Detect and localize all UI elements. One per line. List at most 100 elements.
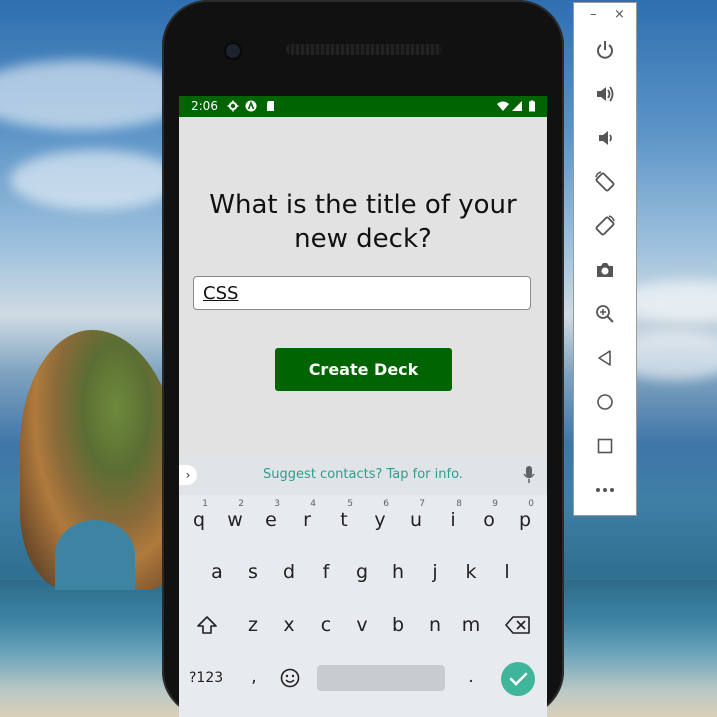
emoji-icon[interactable] [280,668,300,688]
key-m[interactable]: m [456,600,486,644]
key-label: u [409,509,423,531]
key-s[interactable]: s [238,547,268,591]
sd-card-icon [267,101,274,111]
suggest-contacts-text[interactable]: Suggest contacts? Tap for info. [179,467,547,482]
key-hint: 6 [383,499,389,509]
key-r[interactable]: 4r [292,495,322,539]
key-hint: 0 [528,499,534,509]
key-g[interactable]: g [347,547,377,591]
overview-icon [597,438,613,454]
more-icon [596,488,614,492]
home-icon [597,394,613,410]
soft-keyboard: › Suggest contacts? Tap for info. 1q 2w … [179,455,547,717]
home-button[interactable] [592,389,618,415]
accessibility-icon [245,100,257,112]
key-hint: 9 [492,499,498,509]
key-z[interactable]: z [238,600,268,644]
cell-signal-icon [512,101,522,111]
key-label: t [340,509,348,531]
key-p[interactable]: 0p [510,495,540,539]
key-h[interactable]: h [383,547,413,591]
key-f[interactable]: f [311,547,341,591]
volume-up-button[interactable] [592,81,618,107]
status-bar: 2:06 [179,96,547,117]
battery-icon [529,100,535,112]
volume-down-icon [599,131,612,145]
more-button[interactable] [592,477,618,503]
rock-arch [55,520,135,590]
key-n[interactable]: n [420,600,450,644]
key-label: r [303,509,311,531]
backspace-icon[interactable] [505,616,531,634]
camera-icon [597,263,613,277]
wifi-icon [497,101,509,111]
key-d[interactable]: d [274,547,304,591]
deck-title-input[interactable]: CSS [193,276,531,310]
key-v[interactable]: v [347,600,377,644]
rotate-right-button[interactable] [592,213,618,239]
key-hint: 1 [202,499,208,509]
enter-key[interactable] [501,662,535,696]
volume-up-icon [597,86,614,102]
key-j[interactable]: j [420,547,450,591]
rotate-left-icon [595,171,615,192]
period-key[interactable]: . [456,652,486,696]
zoom-button[interactable] [592,301,618,327]
power-button[interactable] [592,37,618,63]
key-c[interactable]: c [311,600,341,644]
key-l[interactable]: l [492,547,522,591]
key-hint: 4 [310,499,316,509]
key-u[interactable]: 7u [401,495,431,539]
key-label: y [374,509,386,531]
close-button[interactable]: × [614,7,625,22]
key-label: e [265,509,277,531]
rotate-right-icon [595,215,615,236]
key-label: o [483,509,495,531]
earpiece-speaker [286,44,442,55]
suggestion-strip: › Suggest contacts? Tap for info. [179,455,547,495]
deck-title-value: CSS [203,283,239,304]
desktop: 2:06 What is the title of your new deck?… [0,0,717,717]
create-deck-button[interactable]: Create Deck [275,348,452,391]
cloud [10,150,180,210]
screenshot-button[interactable] [592,257,618,283]
key-b[interactable]: b [383,600,413,644]
volume-down-button[interactable] [592,125,618,151]
emulator-control-panel: – × [573,2,637,516]
power-icon [597,41,613,59]
back-icon [598,350,611,366]
key-label: i [450,509,456,531]
key-y[interactable]: 6y [365,495,395,539]
key-hint: 7 [419,499,425,509]
key-o[interactable]: 9o [474,495,504,539]
deck-title-prompt: What is the title of your new deck? [209,190,517,254]
shift-icon[interactable] [196,615,218,635]
key-w[interactable]: 2w [220,495,250,539]
key-e[interactable]: 3e [256,495,286,539]
key-hint: 2 [238,499,244,509]
back-button[interactable] [592,345,618,371]
key-hint: 5 [347,499,353,509]
checkmark-icon [509,672,528,686]
key-label: p [518,509,532,531]
zoom-icon [596,305,614,323]
symbols-key[interactable]: ?123 [189,665,223,691]
microphone-icon[interactable] [522,465,536,485]
phone-screen: 2:06 What is the title of your new deck?… [179,96,547,717]
key-hint: 3 [274,499,280,509]
key-i[interactable]: 8i [438,495,468,539]
front-camera [226,44,240,58]
settings-icon [227,100,239,112]
key-k[interactable]: k [456,547,486,591]
key-a[interactable]: a [202,547,232,591]
minimize-button[interactable]: – [590,7,597,22]
key-x[interactable]: x [274,600,304,644]
key-label: q [192,509,206,531]
key-t[interactable]: 5t [329,495,359,539]
comma-key[interactable]: , [239,652,269,696]
status-time: 2:06 [191,99,218,113]
overview-button[interactable] [592,433,618,459]
rotate-left-button[interactable] [592,169,618,195]
key-q[interactable]: 1q [184,495,214,539]
space-bar[interactable] [317,665,445,691]
